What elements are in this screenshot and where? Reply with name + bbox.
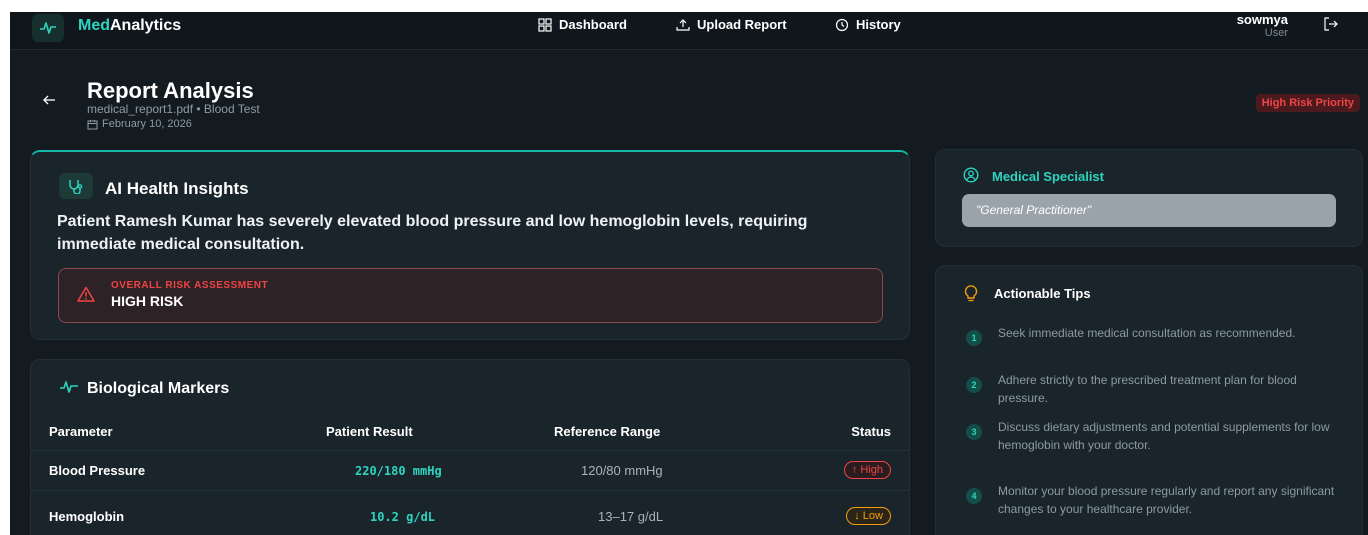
table-divider <box>31 490 909 491</box>
warning-triangle-icon <box>77 286 95 302</box>
tip-text: Adhere strictly to the prescribed treatm… <box>998 373 1297 405</box>
user-circle-icon <box>963 167 979 183</box>
arrow-left-icon <box>43 95 55 105</box>
tip-number: 4 <box>966 488 982 504</box>
specialist-title: Medical Specialist <box>992 169 1104 184</box>
status-badge: ↑ High <box>843 461 891 479</box>
cell-parameter: Blood Pressure <box>49 463 146 478</box>
biological-markers-card: Biological Markers Parameter Patient Res… <box>30 359 910 535</box>
table-divider <box>31 450 909 451</box>
logo[interactable] <box>32 14 64 42</box>
column-header-parameter: Parameter <box>49 424 113 439</box>
risk-label: OVERALL RISK ASSESSMENT <box>111 280 269 291</box>
pulse-icon <box>60 381 78 393</box>
column-header-status: Status <box>851 424 891 439</box>
medical-specialist-card: Medical Specialist "General Practitioner… <box>935 149 1363 247</box>
specialist-value: "General Practitioner" <box>962 194 1336 227</box>
logout-button[interactable] <box>1324 17 1338 36</box>
brand-suffix: Analytics <box>110 17 182 34</box>
insights-summary: Patient Ramesh Kumar has severely elevat… <box>57 213 808 253</box>
cell-parameter: Hemoglobin <box>49 509 125 524</box>
column-header-patient-result: Patient Result <box>326 424 413 439</box>
cell-range: 13–17 g/dL <box>598 509 664 524</box>
priority-badge: High Risk Priority <box>1255 94 1360 112</box>
app-window: MedAnalytics Dashboard Upload Report His… <box>10 12 1368 535</box>
stethoscope-icon <box>59 173 93 199</box>
cell-result: 10.2 g/dL <box>370 510 436 524</box>
lightbulb-icon <box>964 285 978 302</box>
brand-prefix: Med <box>78 17 110 34</box>
nav-dashboard-label: Dashboard <box>559 17 627 32</box>
markers-title: Biological Markers <box>87 380 230 397</box>
cell-result: 220/180 mmHg <box>355 464 442 478</box>
actionable-tips-card: Actionable Tips 1 Seek immediate medical… <box>935 265 1363 535</box>
history-icon <box>835 18 849 31</box>
nav-upload-report[interactable]: Upload Report <box>676 17 787 32</box>
tip-text: Discuss dietary adjustments and potentia… <box>998 420 1330 452</box>
brand-name[interactable]: MedAnalytics <box>78 17 181 35</box>
back-button[interactable] <box>42 93 56 111</box>
risk-value: HIGH RISK <box>111 293 184 309</box>
nav-history[interactable]: History <box>835 17 901 32</box>
nav-history-label: History <box>856 17 901 32</box>
dashboard-icon <box>538 17 552 32</box>
report-date: February 10, 2026 <box>87 118 192 130</box>
tip-number: 1 <box>966 330 982 346</box>
tip-text: Monitor your blood pressure regularly an… <box>998 484 1335 516</box>
report-date-text: February 10, 2026 <box>102 118 192 130</box>
column-header-reference-range: Reference Range <box>554 424 661 439</box>
insights-title: AI Health Insights <box>105 179 249 198</box>
pulse-icon <box>40 22 56 34</box>
overall-risk-box: OVERALL RISK ASSESSMENT HIGH RISK <box>58 268 883 323</box>
logout-icon <box>1324 17 1338 31</box>
top-navigation-bar: MedAnalytics Dashboard Upload Report His… <box>10 12 1368 50</box>
user-name: sowmya <box>1236 12 1288 27</box>
ai-health-insights-card: AI Health Insights Patient Ramesh Kumar … <box>30 150 910 340</box>
status-badge: ↓ Low <box>846 507 891 525</box>
tip-number: 3 <box>966 424 982 440</box>
upload-icon <box>676 18 690 31</box>
nav-upload-label: Upload Report <box>697 17 787 32</box>
page-title: Report Analysis <box>87 78 254 103</box>
report-subtitle: medical_report1.pdf • Blood Test <box>87 102 260 116</box>
calendar-icon <box>87 119 98 129</box>
tip-number: 2 <box>966 377 982 393</box>
tips-title: Actionable Tips <box>994 286 1091 301</box>
tip-text: Seek immediate medical consultation as r… <box>998 326 1296 340</box>
cell-range: 120/80 mmHg <box>581 463 663 478</box>
nav-dashboard[interactable]: Dashboard <box>538 17 627 32</box>
user-role: User <box>1264 27 1288 39</box>
